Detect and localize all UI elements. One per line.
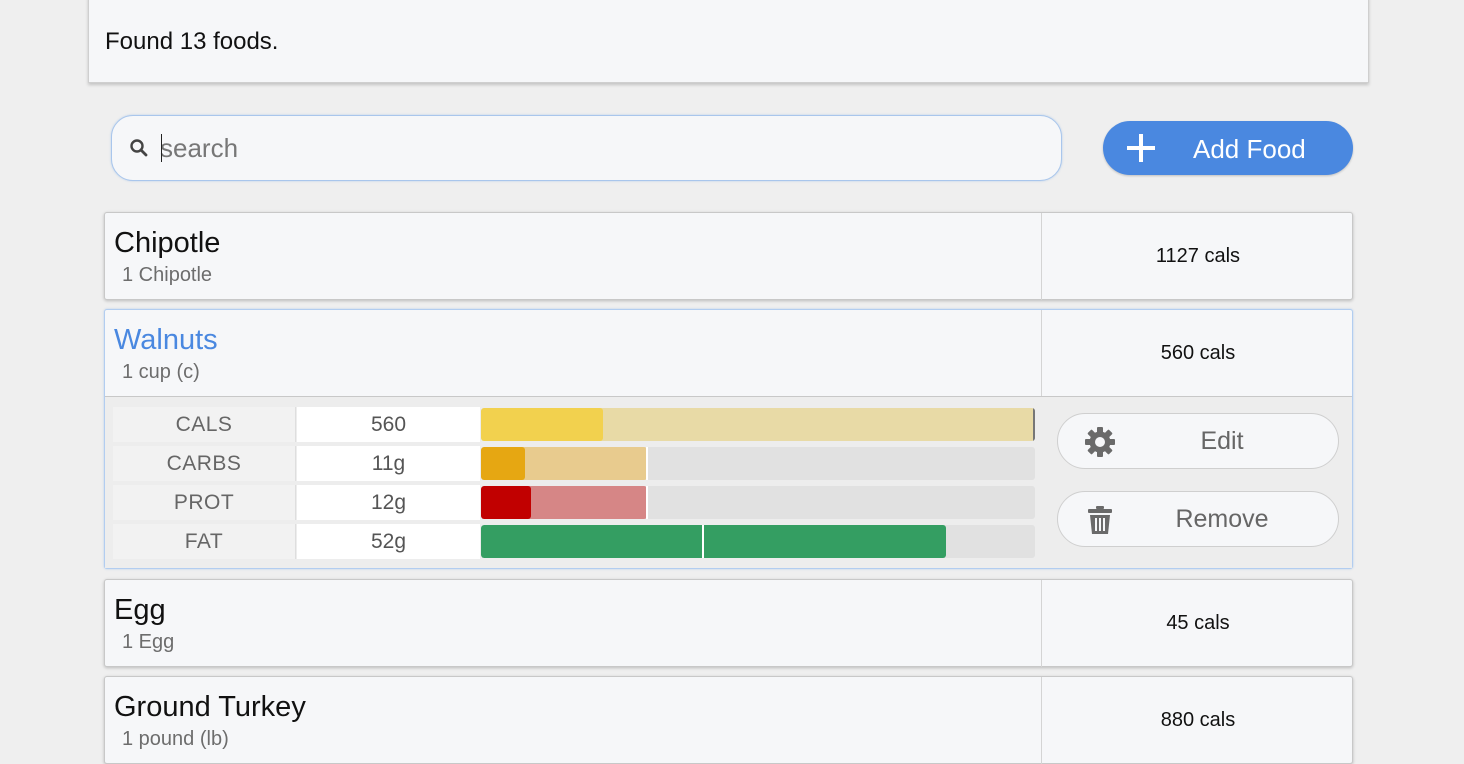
food-item-egg[interactable]: Egg 1 Egg 45 cals <box>104 579 1353 667</box>
macro-bar-fill <box>481 486 531 519</box>
macro-label: CALS <box>113 407 296 442</box>
food-serving: 1 Egg <box>122 631 175 653</box>
macro-bar-fill <box>481 447 525 480</box>
macro-bar <box>481 447 1035 480</box>
macro-label: PROT <box>113 485 296 520</box>
food-item-header[interactable]: Walnuts 1 cup (c) 560 cals <box>105 310 1354 397</box>
edit-button[interactable]: Edit <box>1057 413 1339 469</box>
food-serving: 1 pound (lb) <box>122 728 229 750</box>
results-count-text: Found 13 foods. <box>105 28 279 55</box>
macro-row-prot: PROT 12g <box>113 485 1035 520</box>
macro-bar-target-marker <box>646 447 648 480</box>
food-item-header[interactable]: Chipotle 1 Chipotle 1127 cals <box>105 213 1354 300</box>
edit-label: Edit <box>1200 427 1244 455</box>
macro-value: 52g <box>297 524 480 559</box>
food-item-walnuts[interactable]: Walnuts 1 cup (c) 560 cals CALS 560 CARB… <box>104 309 1353 569</box>
food-item-header[interactable]: Egg 1 Egg 45 cals <box>105 580 1354 667</box>
macro-bar-fill <box>481 408 603 441</box>
food-calories: 45 cals <box>1166 612 1230 634</box>
food-serving: 1 cup (c) <box>122 361 200 383</box>
macro-bar-target-marker <box>1033 408 1035 441</box>
macro-bar-fill <box>481 525 946 558</box>
macro-value: 11g <box>297 446 480 481</box>
macro-row-cals: CALS 560 <box>113 407 1035 442</box>
food-serving: 1 Chipotle <box>122 264 213 286</box>
food-calories: 880 cals <box>1160 709 1236 731</box>
food-detail-panel: CALS 560 CARBS 11g PROT 12g FAT 52g Edit… <box>105 396 1352 568</box>
search-icon <box>130 139 148 157</box>
food-item-header[interactable]: Ground Turkey 1 pound (lb) 880 cals <box>105 677 1354 764</box>
results-status-card: Found 13 foods. <box>88 0 1369 83</box>
add-food-label: Add Food <box>1193 134 1306 164</box>
macro-label: CARBS <box>113 446 296 481</box>
food-name: Walnuts <box>114 324 218 356</box>
macro-bar-target-marker <box>702 525 704 558</box>
food-item-chipotle[interactable]: Chipotle 1 Chipotle 1127 cals <box>104 212 1353 300</box>
food-name: Egg <box>114 594 166 626</box>
search-input[interactable] <box>160 130 1040 166</box>
macro-value: 12g <box>297 485 480 520</box>
food-name: Ground Turkey <box>114 691 306 723</box>
macro-bar <box>481 486 1035 519</box>
remove-label: Remove <box>1175 505 1269 533</box>
macro-row-carbs: CARBS 11g <box>113 446 1035 481</box>
search-box[interactable] <box>111 115 1062 181</box>
food-calories: 1127 cals <box>1155 245 1241 267</box>
macro-bar-target-marker <box>646 486 648 519</box>
macro-label: FAT <box>113 524 296 559</box>
remove-button[interactable]: Remove <box>1057 491 1339 547</box>
plus-icon <box>1127 134 1155 162</box>
food-calories: 560 cals <box>1160 342 1236 364</box>
add-food-button[interactable]: Add Food <box>1103 121 1353 175</box>
macro-value: 560 <box>297 407 480 442</box>
macro-bar <box>481 525 1035 558</box>
text-caret <box>161 134 162 162</box>
food-name: Chipotle <box>114 227 221 259</box>
macro-bar <box>481 408 1035 441</box>
macro-row-fat: FAT 52g <box>113 524 1035 559</box>
food-item-ground-turkey[interactable]: Ground Turkey 1 pound (lb) 880 cals <box>104 676 1353 764</box>
